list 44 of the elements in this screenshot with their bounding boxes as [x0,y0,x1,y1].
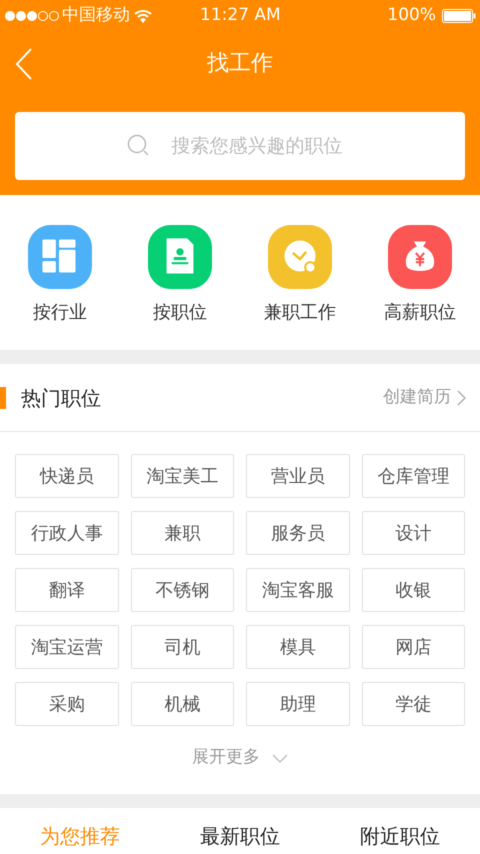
job-tag[interactable]: 兼职 [130,511,234,555]
job-tag[interactable]: 行政人事 [15,511,118,555]
tab[interactable]: 最新职位 [200,821,280,851]
job-tag[interactable]: 淘宝运营 [15,625,118,669]
signal-icon [4,10,60,22]
job-tag[interactable]: 设计 [362,511,465,555]
job-tag[interactable]: 不锈钢 [130,568,234,612]
section-title: 热门职位 [21,384,101,412]
search-field[interactable]: 搜索您感兴趣的职位 [15,112,465,180]
job-tag[interactable]: 助理 [246,682,350,726]
battery-icon [442,9,476,23]
category-label[interactable]: 按行业 [33,299,87,326]
search-icon [127,134,151,158]
grid-icon[interactable] [28,225,92,289]
job-tag[interactable]: 司机 [130,625,234,669]
carrier-name: 中国移动 [62,4,130,28]
category-label[interactable]: 兼职工作 [264,299,336,326]
category-label[interactable]: 高薪职位 [384,299,456,326]
category-label[interactable]: 按职位 [153,299,207,326]
job-tag[interactable]: 快递员 [15,454,118,498]
chevron-right-icon [457,390,466,406]
clock-icon[interactable] [268,225,332,289]
job-tag[interactable]: 模具 [246,625,350,669]
tab[interactable]: 附近职位 [360,821,440,851]
section-marker [0,386,6,408]
job-tag[interactable]: 机械 [130,682,234,726]
job-tag[interactable]: 仓库管理 [362,454,465,498]
job-tag[interactable]: 服务员 [246,511,350,555]
job-tag[interactable]: 采购 [15,682,118,726]
wifi-icon [134,9,152,23]
job-tag[interactable]: 淘宝客服 [246,568,350,612]
clock-time: 11:27 AM [200,4,281,28]
chevron-down-icon [272,754,288,762]
back-icon[interactable] [15,48,33,80]
battery-percent: 100% [387,4,436,28]
page-title: 找工作 [207,50,273,78]
job-tag[interactable]: 淘宝美工 [130,454,234,498]
job-tag[interactable]: 翻译 [15,568,118,612]
money-bag-icon[interactable] [388,225,452,289]
document-icon[interactable] [148,225,212,289]
job-tag[interactable]: 网店 [362,625,465,669]
job-tag[interactable]: 营业员 [246,454,350,498]
job-tag[interactable]: 学徒 [362,682,465,726]
job-tag[interactable]: 收银 [362,568,465,612]
